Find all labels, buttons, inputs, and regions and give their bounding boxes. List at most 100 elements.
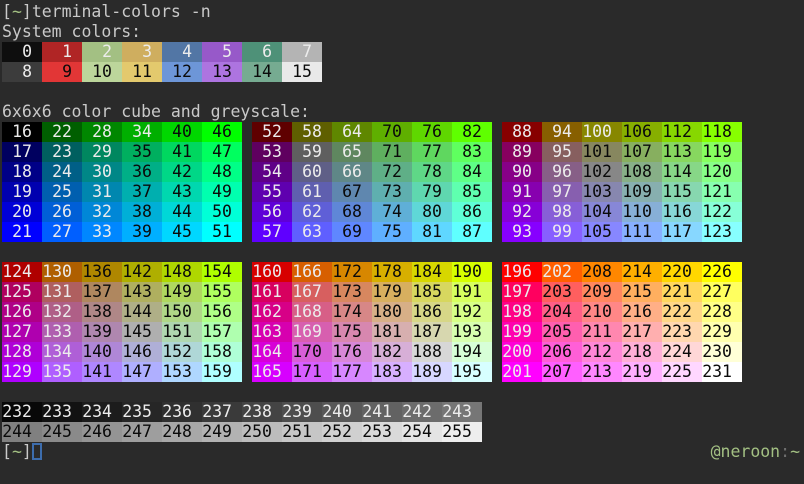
color-cell-42: 42 (162, 162, 202, 182)
color-cell-56: 56 (252, 202, 292, 222)
color-cell-200: 200 (502, 342, 542, 362)
color-cell-3: 3 (122, 42, 162, 62)
cube-line: 1251311371431491551611671731791851911972… (2, 282, 802, 302)
color-cell-88: 88 (502, 122, 542, 142)
color-cell-182: 182 (372, 342, 412, 362)
cube-block-88: 8894100106112118 (502, 122, 742, 142)
cube-block-52: 535965717783 (252, 142, 492, 162)
cube-block-160: 161167173179185191 (252, 282, 492, 302)
block-gap (242, 282, 252, 302)
color-cell-53: 53 (252, 142, 292, 162)
block-gap (492, 162, 502, 182)
color-cell-217: 217 (622, 322, 662, 342)
color-cell-98: 98 (542, 202, 582, 222)
color-cell-233: 233 (42, 402, 82, 422)
color-cell-243: 243 (442, 402, 482, 422)
cube-block-196: 197203209215221227 (502, 282, 742, 302)
color-cell-138: 138 (82, 302, 122, 322)
color-cell-150: 150 (162, 302, 202, 322)
color-cell-26: 26 (42, 202, 82, 222)
color-cell-124: 124 (2, 262, 42, 282)
color-cell-73: 73 (372, 182, 412, 202)
color-cell-110: 110 (622, 202, 662, 222)
cube-line: 1271331391451511571631691751811871931992… (2, 322, 802, 342)
cube-block-52: 556167737985 (252, 182, 492, 202)
color-cell-87: 87 (452, 222, 492, 242)
color-cell-118: 118 (702, 122, 742, 142)
color-cell-71: 71 (372, 142, 412, 162)
color-cell-171: 171 (292, 362, 332, 382)
system-colors-row: 01234567 (2, 42, 802, 62)
cube-block-52: 566268748086 (252, 202, 492, 222)
color-cell-155: 155 (202, 282, 242, 302)
color-cell-81: 81 (412, 222, 452, 242)
color-cell-18: 18 (2, 162, 42, 182)
color-cell-252: 252 (322, 422, 362, 442)
prompt-open-bracket: [ (2, 442, 12, 461)
color-cell-111: 111 (622, 222, 662, 242)
color-cell-89: 89 (502, 142, 542, 162)
color-cell-141: 141 (82, 362, 122, 382)
color-cell-21: 21 (2, 222, 42, 242)
color-cell-249: 249 (202, 422, 242, 442)
color-cell-125: 125 (2, 282, 42, 302)
color-cell-33: 33 (82, 222, 122, 242)
color-cell-130: 130 (42, 262, 82, 282)
color-cell-213: 213 (582, 362, 622, 382)
block-gap (492, 142, 502, 162)
color-cell-193: 193 (452, 322, 492, 342)
color-cell-177: 177 (332, 362, 372, 382)
color-cell-205: 205 (542, 322, 582, 342)
color-cell-179: 179 (372, 282, 412, 302)
block-gap (492, 282, 502, 302)
block-gap (492, 182, 502, 202)
block-gap (242, 202, 252, 222)
cube-block-16: 172329354147 (2, 142, 242, 162)
color-cell-151: 151 (162, 322, 202, 342)
color-cell-106: 106 (622, 122, 662, 142)
color-cell-202: 202 (542, 262, 582, 282)
color-cell-159: 159 (202, 362, 242, 382)
color-cell-103: 103 (582, 182, 622, 202)
color-cell-66: 66 (332, 162, 372, 182)
color-cell-163: 163 (252, 322, 292, 342)
color-cell-168: 168 (292, 302, 332, 322)
cube-line: 2026323844505662687480869298104110116122 (2, 202, 802, 222)
color-cell-70: 70 (372, 122, 412, 142)
color-cell-199: 199 (502, 322, 542, 342)
color-cell-250: 250 (242, 422, 282, 442)
color-cell-49: 49 (202, 182, 242, 202)
color-cell-36: 36 (122, 162, 162, 182)
block-gap (492, 202, 502, 222)
color-cell-234: 234 (82, 402, 122, 422)
color-cell-11: 11 (122, 62, 162, 82)
color-cell-64: 64 (332, 122, 372, 142)
color-cell-38: 38 (122, 202, 162, 222)
right-prompt: @neroon:~ (711, 442, 800, 462)
color-cell-215: 215 (622, 282, 662, 302)
cube-block-160: 164170176182188194 (252, 342, 492, 362)
prompt-tilde: ~ (12, 2, 22, 21)
cube-block-160: 163169175181187193 (252, 322, 492, 342)
color-cell-143: 143 (122, 282, 162, 302)
color-cell-237: 237 (202, 402, 242, 422)
color-cell-13: 13 (202, 62, 242, 82)
color-cell-152: 152 (162, 342, 202, 362)
color-cell-230: 230 (702, 342, 742, 362)
cube-block-16: 202632384450 (2, 202, 242, 222)
block-gap (492, 122, 502, 142)
color-cell-220: 220 (662, 262, 702, 282)
color-cell-221: 221 (662, 282, 702, 302)
color-cell-28: 28 (82, 122, 122, 142)
color-cell-134: 134 (42, 342, 82, 362)
color-cell-30: 30 (82, 162, 122, 182)
block-gap (242, 322, 252, 342)
blank-line (2, 242, 802, 262)
color-cell-2: 2 (82, 42, 122, 62)
terminal-screen[interactable]: [~]terminal-colors -n System colors: 012… (0, 0, 804, 484)
color-cell-253: 253 (362, 422, 402, 442)
color-cell-55: 55 (252, 182, 292, 202)
color-cell-184: 184 (412, 262, 452, 282)
cube-line: 1261321381441501561621681741801861921982… (2, 302, 802, 322)
cube-block-124: 129135141147153159 (2, 362, 242, 382)
